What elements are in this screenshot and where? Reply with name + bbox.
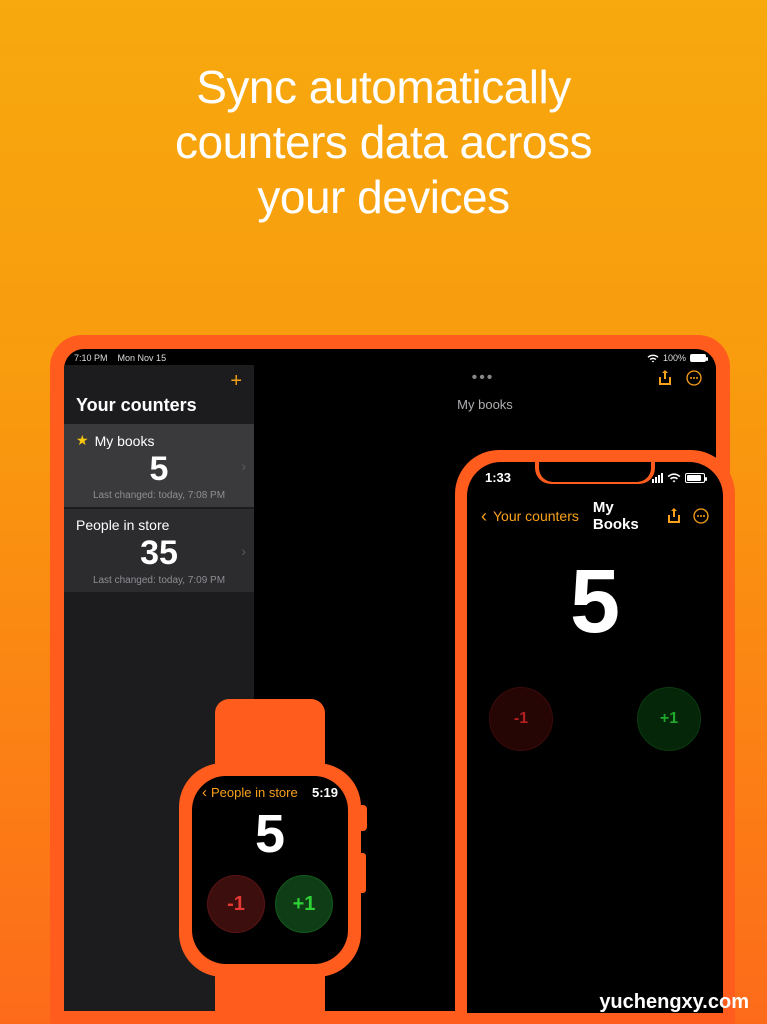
headline-line: your devices xyxy=(257,171,509,223)
ellipsis-icon[interactable]: ••• xyxy=(472,369,495,387)
ipad-main-title: My books xyxy=(457,397,513,412)
chevron-right-icon: › xyxy=(241,458,246,474)
back-button[interactable]: ‹ xyxy=(202,784,207,801)
iphone-screen: 1:33 ‹ Your counters My Books xyxy=(467,462,723,1013)
watch-device-frame: ‹ People in store 5:19 5 -1 +1 xyxy=(170,699,370,1024)
battery-icon xyxy=(685,473,705,483)
iphone-title: My Books xyxy=(593,499,661,533)
ipad-status-left: 7:10 PM Mon Nov 15 xyxy=(74,353,166,363)
headline-line: Sync automatically xyxy=(196,61,571,113)
iphone-status-time: 1:33 xyxy=(485,470,511,485)
more-icon[interactable] xyxy=(693,508,709,524)
increment-label: +1 xyxy=(293,893,316,916)
counter-value: 35 xyxy=(76,535,242,572)
star-icon: ★ xyxy=(76,432,89,449)
marketing-headline: Sync automatically counters data across … xyxy=(0,0,767,226)
watch-body: ‹ People in store 5:19 5 -1 +1 xyxy=(179,763,361,977)
watch-crown xyxy=(361,805,367,831)
decrement-label: -1 xyxy=(227,893,245,916)
counter-title: My books xyxy=(95,433,155,449)
counter-value: 5 xyxy=(76,451,242,488)
watch-counter-value: 5 xyxy=(202,807,338,861)
chevron-right-icon: › xyxy=(241,543,246,559)
share-icon[interactable] xyxy=(667,508,681,524)
ipad-status-right: 100% xyxy=(647,353,706,363)
watch-title[interactable]: People in store xyxy=(211,785,308,800)
decrement-button[interactable]: -1 xyxy=(207,875,265,933)
wifi-icon xyxy=(647,354,659,363)
watermark: yuchengxy.com xyxy=(599,991,749,1014)
decrement-label: -1 xyxy=(514,710,528,728)
watch-time: 5:19 xyxy=(312,785,338,800)
counter-list-item[interactable]: ★ My books 5 Last changed: today, 7:08 P… xyxy=(64,424,254,507)
back-label[interactable]: Your counters xyxy=(493,508,579,524)
sidebar-header: Your counters xyxy=(64,391,254,424)
ipad-status-time: 7:10 PM xyxy=(74,353,108,363)
iphone-device-frame: 1:33 ‹ Your counters My Books xyxy=(455,450,735,1024)
add-counter-button[interactable]: + xyxy=(230,371,242,391)
iphone-nav-bar: ‹ Your counters My Books xyxy=(467,485,723,539)
wifi-icon xyxy=(667,473,681,483)
increment-button[interactable]: +1 xyxy=(275,875,333,933)
decrement-button[interactable]: -1 xyxy=(489,687,553,751)
ipad-battery-percent: 100% xyxy=(663,353,686,363)
watch-side-button xyxy=(361,853,366,893)
increment-label: +1 xyxy=(660,710,678,728)
ipad-status-date: Mon Nov 15 xyxy=(118,353,167,363)
back-button[interactable]: ‹ xyxy=(481,506,487,527)
more-icon[interactable] xyxy=(686,370,702,386)
watch-band xyxy=(215,699,325,769)
battery-icon xyxy=(690,354,706,362)
increment-button[interactable]: +1 xyxy=(637,687,701,751)
share-icon[interactable] xyxy=(658,370,672,386)
watch-screen: ‹ People in store 5:19 5 -1 +1 xyxy=(192,776,348,964)
counter-subtitle: Last changed: today, 7:08 PM xyxy=(76,490,242,501)
counter-list-item[interactable]: People in store 35 Last changed: today, … xyxy=(64,509,254,591)
headline-line: counters data across xyxy=(175,116,592,168)
ipad-status-bar: 7:10 PM Mon Nov 15 100% xyxy=(64,349,716,365)
watch-band xyxy=(215,971,325,1024)
counter-title: People in store xyxy=(76,517,169,533)
iphone-notch-inner xyxy=(539,462,651,482)
iphone-counter-value: 5 xyxy=(467,557,723,647)
counter-subtitle: Last changed: today, 7:09 PM xyxy=(76,575,242,586)
